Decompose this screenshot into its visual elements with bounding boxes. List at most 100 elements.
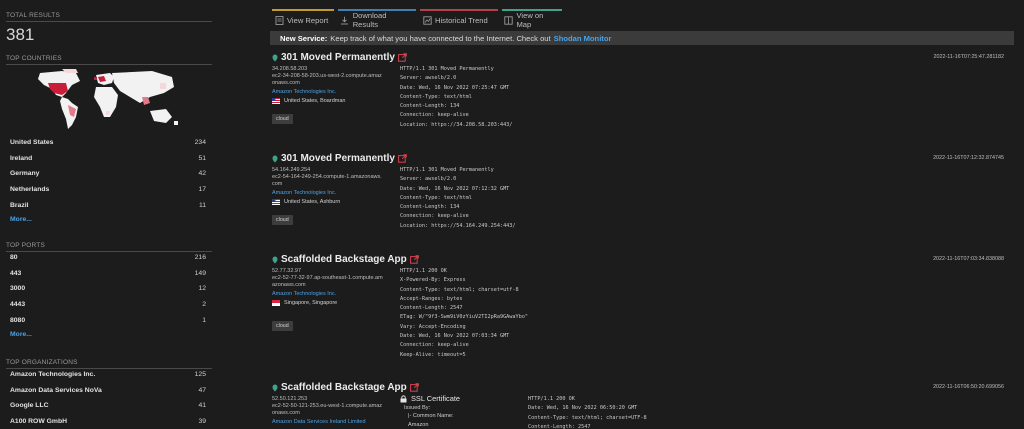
result-meta: 52.77.32.97 ec2-52-77-32-97.ap-southeast…: [272, 268, 384, 307]
result-ip[interactable]: 52.77.32.97: [272, 268, 384, 275]
cloud-tag[interactable]: cloud: [272, 321, 293, 331]
sidebar: TOTAL RESULTS 381 TOP COUNTRIES United S…: [0, 0, 212, 429]
result-title[interactable]: Scaffolded Backstage App: [272, 382, 419, 393]
historical-trend-label: Historical Trend: [435, 15, 488, 25]
list-item[interactable]: Germany 42: [6, 166, 206, 182]
top-orgs-title: TOP ORGANIZATIONS: [6, 359, 78, 366]
countries-more-link[interactable]: More...: [6, 213, 206, 227]
cloud-tag[interactable]: cloud: [272, 114, 293, 124]
port-count: 216: [194, 254, 206, 262]
result-location-text: United States, Ashburn: [284, 198, 341, 205]
list-item[interactable]: Brazil 11: [6, 197, 206, 213]
result-meta: 34.208.58.203 ec2-34-208-58-203.us-west-…: [272, 66, 384, 105]
top-ports-title: TOP PORTS: [6, 242, 46, 249]
list-item[interactable]: 8080 1: [6, 312, 206, 328]
result-location-text: Singapore, Singapore: [284, 299, 338, 306]
result-timestamp: 2022-11-16T07:03:34.838088: [933, 256, 1004, 262]
sg-flag-icon: [272, 300, 280, 307]
result-meta: 54.164.249.254 ec2-54-164-249-254.comput…: [272, 167, 384, 206]
external-link-icon[interactable]: [409, 383, 419, 392]
report-icon: [274, 15, 284, 25]
external-link-icon[interactable]: [398, 154, 407, 163]
divider: [6, 64, 212, 65]
banner-text: Keep track of what you have connected to…: [330, 33, 551, 43]
external-link-icon[interactable]: [398, 53, 407, 62]
ssl-certificate-block: SSL Certificate Issued By: |- Common Nam…: [400, 394, 460, 429]
result-timestamp: 2022-11-16T06:50:20.699056: [933, 384, 1004, 390]
result-item: 301 Moved Permanently 2022-11-16T07:25:4…: [270, 52, 1014, 147]
divider: [6, 21, 212, 22]
result-title-text: Scaffolded Backstage App: [281, 382, 407, 393]
country-count: 11: [198, 201, 206, 209]
external-link-icon[interactable]: [409, 255, 419, 264]
list-item[interactable]: 443 149: [6, 266, 206, 282]
org-name: A100 ROW GmbH: [10, 418, 68, 426]
list-item[interactable]: United States 234: [6, 135, 206, 151]
list-item[interactable]: 4443 2: [6, 297, 206, 313]
announcement-banner: New Service: Keep track of what you have…: [270, 31, 1014, 45]
list-item[interactable]: Google LLC 41: [6, 398, 206, 414]
country-count: 234: [194, 139, 206, 147]
result-item: 301 Moved Permanently 2022-11-16T07:12:3…: [270, 153, 1014, 248]
port-number: 8080: [10, 316, 26, 324]
org-name: Amazon Technologies Inc.: [10, 371, 96, 379]
result-timestamp: 2022-11-16T07:12:32.874745: [933, 155, 1004, 161]
result-title[interactable]: 301 Moved Permanently: [272, 52, 407, 63]
results-panel: View Report Download Results Historical …: [270, 0, 1020, 429]
ssl-common-name: |- Common Name:: [408, 413, 454, 420]
result-org-link[interactable]: Amazon Technologies Inc.: [272, 291, 384, 298]
us-flag-icon: [272, 98, 280, 105]
port-count: 12: [198, 285, 206, 293]
result-title-text: 301 Moved Permanently: [281, 153, 395, 164]
view-report-button[interactable]: View Report: [272, 9, 334, 26]
result-banner: HTTP/1.1 301 Moved Permanently Server: a…: [400, 66, 513, 128]
list-item[interactable]: A100 ROW GmbH 39: [6, 414, 206, 429]
list-item[interactable]: Amazon Data Services NoVa 47: [6, 383, 206, 399]
shodan-monitor-link[interactable]: Shodan Monitor: [554, 34, 612, 43]
result-ip[interactable]: 34.208.58.203: [272, 66, 384, 73]
country-name: Ireland: [10, 154, 33, 162]
ssl-common-name-value: Amazon: [408, 421, 429, 428]
list-item[interactable]: Ireland 51: [6, 151, 206, 167]
org-count: 47: [198, 386, 206, 394]
result-title-text: 301 Moved Permanently: [281, 52, 395, 63]
ports-more-link[interactable]: More...: [6, 328, 206, 342]
port-count: 1: [202, 316, 206, 324]
service-dot-icon: [272, 155, 278, 162]
list-item[interactable]: 80 216: [6, 250, 206, 266]
org-count: 41: [198, 402, 206, 410]
result-ip[interactable]: 52.50.121.253: [272, 396, 384, 403]
country-count: 17: [198, 186, 206, 194]
view-report-label: View Report: [287, 15, 329, 25]
lock-icon: [400, 395, 407, 403]
total-results-header: TOTAL RESULTS: [6, 12, 212, 22]
result-ip[interactable]: 54.164.249.254: [272, 167, 384, 174]
result-hostname: ec2-34-208-58-203.us-west-2.compute.amaz…: [272, 73, 382, 87]
list-item[interactable]: Netherlands 17: [6, 182, 206, 198]
service-dot-icon: [272, 384, 278, 391]
result-title-text: Scaffolded Backstage App: [281, 254, 407, 265]
download-results-button[interactable]: Download Results: [338, 9, 416, 29]
result-org-link[interactable]: Amazon Data Services Ireland Limited: [272, 419, 384, 426]
result-hostname: ec2-54-164-249-254.compute-1.amazonaws.c…: [272, 174, 382, 188]
historical-trend-button[interactable]: Historical Trend: [420, 9, 498, 26]
list-item[interactable]: Amazon Technologies Inc. 125: [6, 367, 206, 383]
trend-icon: [422, 15, 432, 25]
result-org-link[interactable]: Amazon Technologies Inc.: [272, 190, 384, 197]
country-name: Netherlands: [10, 186, 50, 194]
result-item: Scaffolded Backstage App 2022-11-16T07:0…: [270, 254, 1014, 376]
org-name: Amazon Data Services NoVa: [10, 386, 102, 394]
view-on-map-button[interactable]: View on Map: [502, 9, 562, 29]
result-location: Singapore, Singapore: [272, 300, 384, 307]
ssl-header: SSL Certificate: [400, 394, 460, 403]
result-org-link[interactable]: Amazon Technologies Inc.: [272, 89, 384, 96]
result-title[interactable]: 301 Moved Permanently: [272, 153, 407, 164]
view-on-map-label: View on Map: [516, 11, 544, 29]
cloud-tag[interactable]: cloud: [272, 215, 293, 225]
country-name: Brazil: [10, 201, 29, 209]
list-item[interactable]: 3000 12: [6, 281, 206, 297]
result-title[interactable]: Scaffolded Backstage App: [272, 254, 419, 265]
port-count: 2: [202, 301, 206, 309]
total-results-value: 381: [6, 25, 35, 44]
world-map[interactable]: [32, 67, 184, 133]
